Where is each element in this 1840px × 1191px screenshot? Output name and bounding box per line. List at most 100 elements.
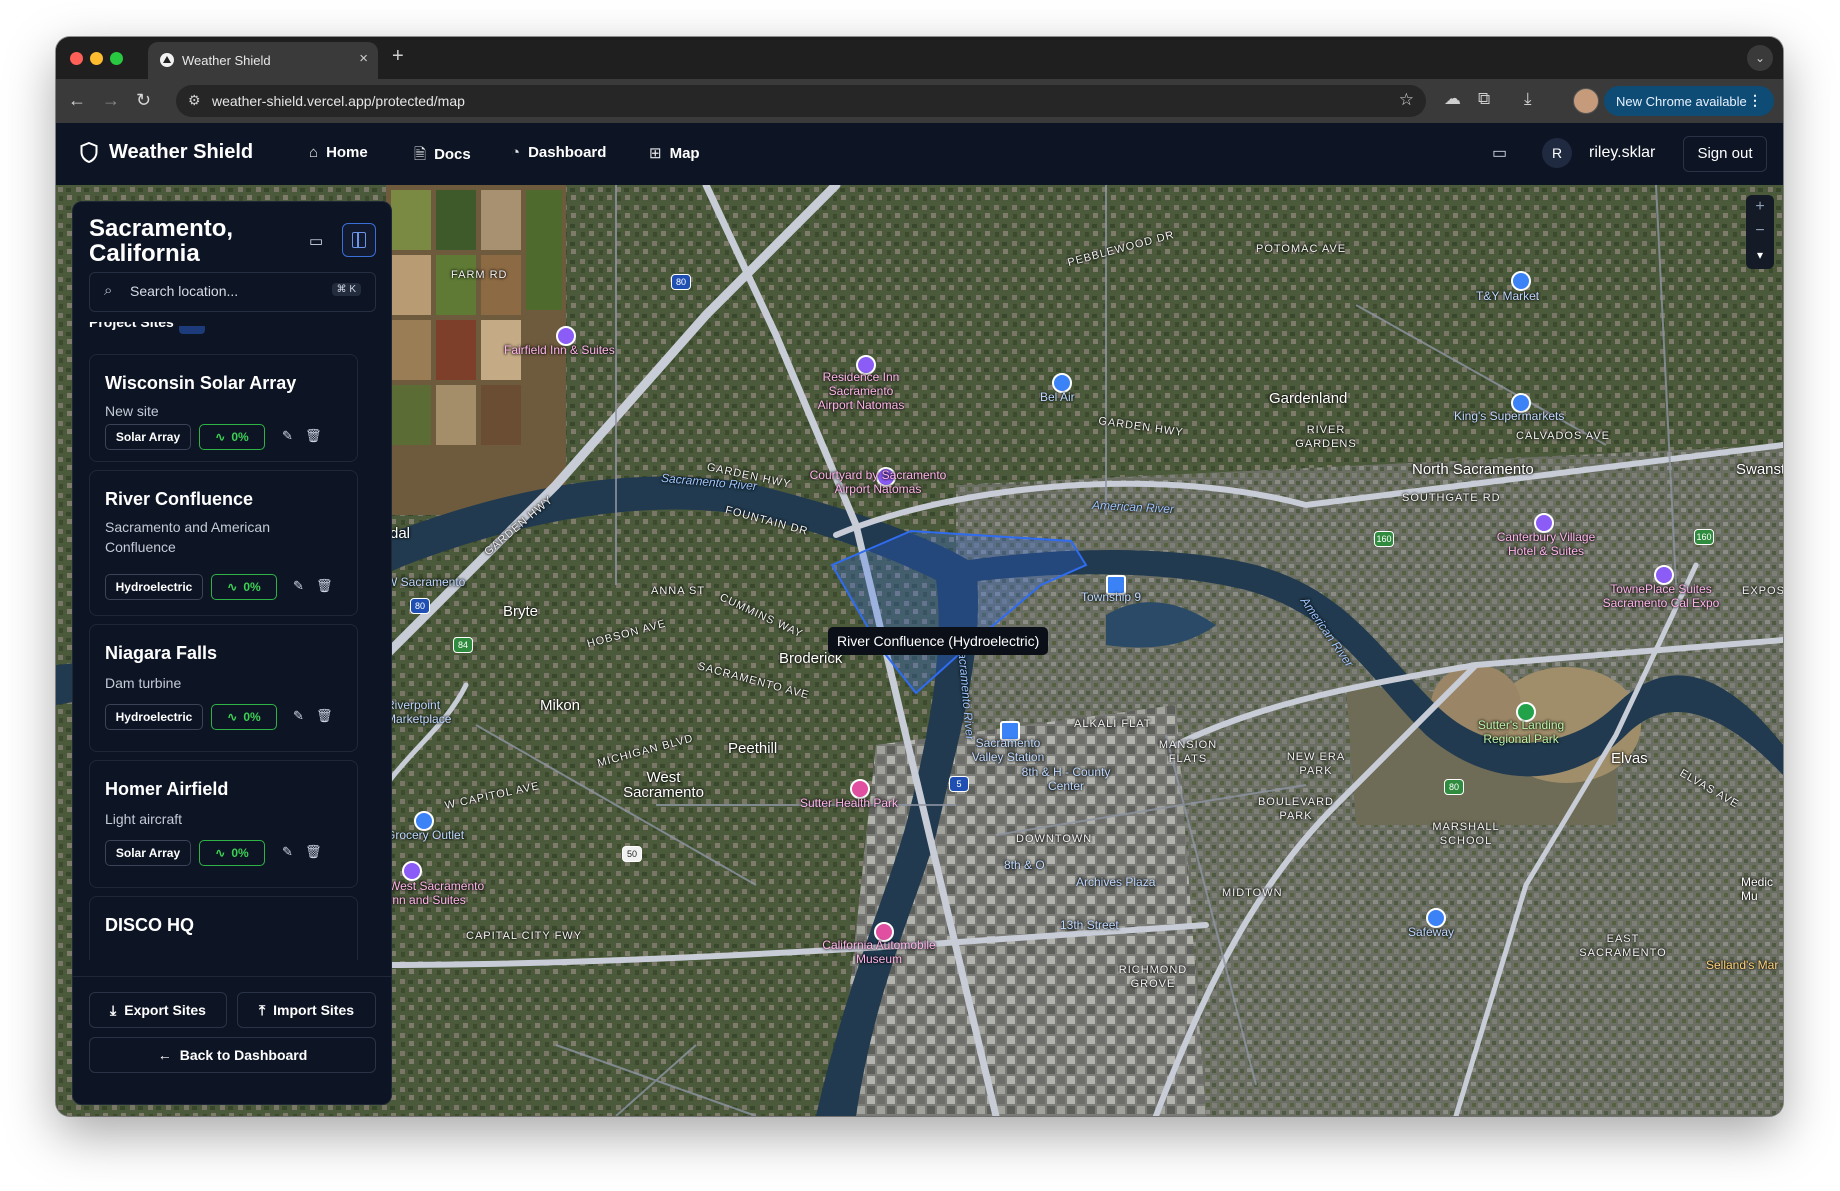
site-card[interactable]: Wisconsin Solar Array New site Solar Arr… [89, 354, 358, 462]
poi-medical[interactable]: Medic Mu [1741, 875, 1781, 903]
sites-sidebar: Sacramento, California ▭ ⌕ ⌘ K Project S… [72, 201, 392, 1105]
poi-west-sac-inn[interactable]: West Sacramento Inn and Suites [389, 879, 489, 907]
minimize-window-button[interactable] [90, 52, 103, 65]
hotel-pin-icon[interactable] [402, 861, 422, 881]
map-label-gardenland: Gardenland [1269, 390, 1348, 407]
nav-docs-label: Docs [434, 146, 471, 163]
site-card[interactable]: Niagara Falls Dam turbine Hydroelectric … [89, 624, 358, 752]
theme-monitor-icon[interactable]: ▭ [1492, 143, 1507, 163]
site-tooltip: River Confluence (Hydroelectric) [828, 627, 1049, 655]
risk-percent-badge: ∿ 0% [211, 704, 277, 730]
location-search[interactable]: ⌕ ⌘ K [89, 272, 376, 312]
poi-ty-market[interactable]: T&Y Market [1476, 289, 1539, 303]
sites-list[interactable]: Wisconsin Solar Array New site Solar Arr… [73, 340, 391, 960]
import-sites-label: Import Sites [273, 1002, 355, 1018]
poi-automobile-museum[interactable]: California Automobile Museum [814, 938, 944, 966]
nav-map[interactable]: ⊞ Map [649, 144, 700, 162]
map-label-farm-rd: FARM RD [451, 269, 508, 281]
poi-grocery-outlet[interactable]: Grocery Outlet [386, 828, 464, 842]
close-window-button[interactable] [70, 52, 83, 65]
poi-w-sacramento[interactable]: W Sacramento [386, 575, 465, 589]
map-label-midtown: MIDTOWN [1222, 887, 1283, 899]
nav-docs[interactable]: 🗎 Docs [414, 144, 471, 169]
profile-avatar[interactable] [1573, 88, 1599, 114]
site-card[interactable]: River Confluence Sacramento and American… [89, 470, 358, 616]
poi-8th-o[interactable]: 8th & O [1004, 858, 1045, 872]
site-settings-icon[interactable]: ⚙ [188, 92, 201, 109]
new-tab-button[interactable]: + [392, 45, 404, 68]
delete-trash-icon[interactable]: 🗑 [305, 844, 322, 860]
back-to-dashboard-button[interactable]: ← Back to Dashboard [89, 1037, 376, 1073]
satellite-map[interactable]: Gardenland North Sacramento Broderick Br… [56, 185, 1783, 1116]
export-sites-button[interactable]: ⤓ Export Sites [89, 992, 227, 1028]
search-icon: ⌕ [104, 282, 113, 299]
delete-trash-icon[interactable]: 🗑 [316, 708, 333, 724]
user-avatar[interactable]: R [1542, 138, 1572, 168]
state-route-shield: 160 [1374, 531, 1394, 547]
poi-13th-street[interactable]: 13th Street [1060, 918, 1119, 932]
edit-pencil-icon[interactable]: ✎ [293, 708, 304, 724]
site-card[interactable]: Homer Airfield Light aircraft Solar Arra… [89, 760, 358, 888]
vercel-favicon-icon [160, 53, 174, 67]
nav-home[interactable]: ⌂ Home [309, 144, 368, 161]
address-url[interactable]: weather-shield.vercel.app/protected/map [212, 93, 465, 109]
maximize-window-button[interactable] [110, 52, 123, 65]
forward-arrow-icon[interactable]: → [102, 90, 120, 111]
map-label-dal: dal [390, 525, 411, 542]
extensions-puzzle-icon[interactable]: ⧉ [1478, 89, 1490, 109]
reload-icon[interactable]: ↻ [136, 90, 151, 111]
delete-trash-icon[interactable]: 🗑 [316, 578, 333, 594]
poi-township9[interactable]: Township 9 [1081, 590, 1141, 604]
risk-percent-badge: ∿ 0% [199, 424, 265, 450]
tab-search-chevron-icon[interactable]: ⌄ [1747, 45, 1773, 71]
username: riley.sklar [1589, 144, 1656, 161]
sidebar-toggle-icon[interactable] [342, 223, 376, 257]
poi-residence-inn[interactable]: Residence Inn Sacramento Airport Natomas [816, 370, 906, 412]
address-bar[interactable]: ⚙ weather-shield.vercel.app/protected/ma… [176, 85, 1426, 117]
poi-sellands[interactable]: Selland's Mar [1706, 958, 1778, 972]
poi-sutters-landing[interactable]: Sutter's Landing Regional Park [1466, 718, 1576, 746]
browser-tab[interactable]: Weather Shield × [148, 42, 378, 79]
extension-cloud-icon[interactable]: ☁ [1444, 89, 1461, 109]
more-menu-icon[interactable]: ⋮ [1748, 92, 1762, 109]
delete-trash-icon[interactable]: 🗑 [305, 428, 322, 444]
monitor-icon[interactable]: ▭ [309, 232, 323, 250]
compass-icon[interactable]: ▾ [1746, 243, 1774, 267]
poi-8th-h[interactable]: 8th & H - County Center [1016, 765, 1116, 793]
poi-safeway[interactable]: Safeway [1408, 925, 1454, 939]
map-label-downtown: DOWNTOWN [1016, 833, 1093, 845]
poi-bel-air[interactable]: Bel Air [1040, 390, 1075, 404]
poi-canterbury[interactable]: Canterbury Village Hotel & Suites [1486, 530, 1606, 558]
browser-tabstrip: Weather Shield × + ⌄ [56, 37, 1783, 79]
poi-courtyard[interactable]: Courtyard by Sacramento Airport Natomas [808, 468, 948, 496]
tab-close-icon[interactable]: × [359, 50, 368, 67]
nav-dashboard[interactable]: ◔ Dashboard [511, 144, 606, 161]
shopping-pin-icon[interactable] [1511, 271, 1531, 291]
zoom-in-button[interactable]: + [1746, 195, 1774, 219]
site-type-badge: Solar Array [105, 840, 191, 866]
back-arrow-icon[interactable]: ← [68, 90, 86, 111]
edit-pencil-icon[interactable]: ✎ [282, 428, 293, 444]
poi-sacramento-valley-station[interactable]: Sacramento Valley Station [968, 736, 1048, 764]
activity-icon: ∿ [227, 580, 238, 594]
sign-out-button[interactable]: Sign out [1683, 136, 1767, 172]
poi-towneplace[interactable]: TownePlace Suites Sacramento Cal Expo [1596, 582, 1726, 610]
poi-archives-plaza[interactable]: Archives Plaza [1076, 875, 1155, 889]
download-icon[interactable]: ⤓ [1524, 89, 1532, 109]
search-shortcut: ⌘ K [331, 283, 361, 296]
poi-fairfield-inn[interactable]: Fairfield Inn & Suites [504, 343, 615, 357]
poi-kings-supermarkets[interactable]: King's Supermarkets [1454, 409, 1564, 423]
zoom-out-button[interactable]: − [1746, 219, 1774, 243]
map-label-richmond-grove: RICHMOND GROVE [1118, 964, 1188, 990]
import-sites-button[interactable]: ⤒ Import Sites [237, 992, 376, 1028]
edit-pencil-icon[interactable]: ✎ [282, 844, 293, 860]
chrome-update-button[interactable]: New Chrome available ⋮ [1604, 86, 1774, 116]
poi-sutter-health-park[interactable]: Sutter Health Park [800, 796, 898, 810]
map-label-boulevard-park: BOULEVARD PARK [1257, 796, 1335, 822]
search-input[interactable] [128, 282, 312, 300]
bookmark-star-icon[interactable]: ☆ [1399, 90, 1414, 110]
site-name: DISCO HQ [105, 915, 195, 935]
poi-riverpoint[interactable]: Riverpoint Marketplace [386, 698, 451, 726]
edit-pencil-icon[interactable]: ✎ [293, 578, 304, 594]
site-card[interactable]: DISCO HQ [89, 896, 358, 960]
